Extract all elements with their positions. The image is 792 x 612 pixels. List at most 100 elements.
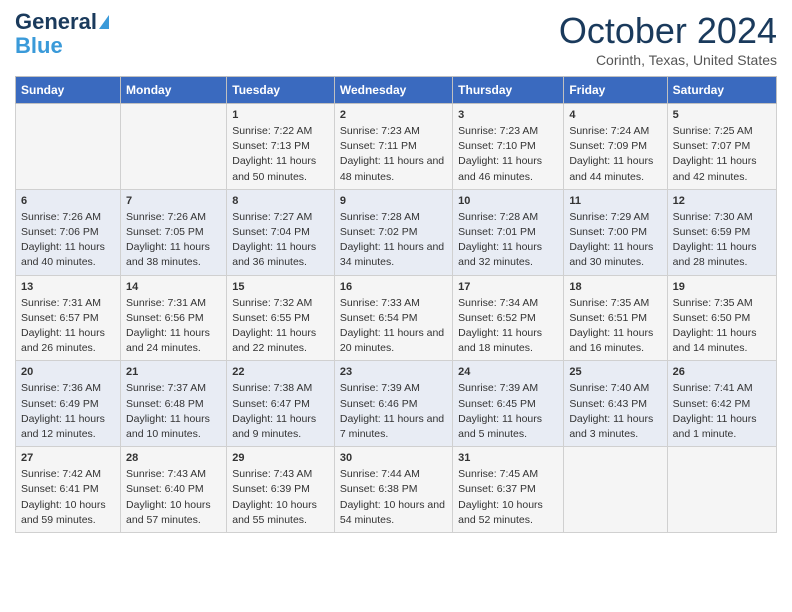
calendar-body: 1Sunrise: 7:22 AMSunset: 7:13 PMDaylight… bbox=[16, 104, 777, 533]
day-number: 14 bbox=[126, 280, 221, 296]
day-info: Sunset: 6:43 PM bbox=[569, 397, 661, 412]
calendar-cell: 3Sunrise: 7:23 AMSunset: 7:10 PMDaylight… bbox=[453, 104, 564, 190]
day-info: Sunset: 7:10 PM bbox=[458, 139, 558, 154]
day-info: Daylight: 11 hours and 10 minutes. bbox=[126, 412, 221, 442]
day-info: Sunrise: 7:39 AM bbox=[458, 381, 558, 396]
calendar-cell: 9Sunrise: 7:28 AMSunset: 7:02 PMDaylight… bbox=[334, 189, 452, 275]
day-info: Daylight: 11 hours and 26 minutes. bbox=[21, 326, 115, 356]
day-number: 18 bbox=[569, 280, 661, 296]
calendar-week-4: 20Sunrise: 7:36 AMSunset: 6:49 PMDayligh… bbox=[16, 361, 777, 447]
calendar-cell: 2Sunrise: 7:23 AMSunset: 7:11 PMDaylight… bbox=[334, 104, 452, 190]
logo-text-line1: General bbox=[15, 10, 97, 34]
calendar-cell: 11Sunrise: 7:29 AMSunset: 7:00 PMDayligh… bbox=[564, 189, 667, 275]
page-container: General Blue October 2024 Corinth, Texas… bbox=[0, 0, 792, 548]
calendar-cell: 25Sunrise: 7:40 AMSunset: 6:43 PMDayligh… bbox=[564, 361, 667, 447]
calendar-cell: 8Sunrise: 7:27 AMSunset: 7:04 PMDaylight… bbox=[227, 189, 335, 275]
day-number: 15 bbox=[232, 280, 329, 296]
day-number: 4 bbox=[569, 108, 661, 124]
header-sunday: Sunday bbox=[16, 77, 121, 104]
calendar-cell: 22Sunrise: 7:38 AMSunset: 6:47 PMDayligh… bbox=[227, 361, 335, 447]
day-info: Sunset: 6:50 PM bbox=[673, 311, 771, 326]
day-info: Daylight: 10 hours and 54 minutes. bbox=[340, 498, 447, 528]
day-number: 20 bbox=[21, 365, 115, 381]
calendar-cell: 28Sunrise: 7:43 AMSunset: 6:40 PMDayligh… bbox=[121, 447, 227, 533]
calendar-cell: 31Sunrise: 7:45 AMSunset: 6:37 PMDayligh… bbox=[453, 447, 564, 533]
day-info: Sunrise: 7:36 AM bbox=[21, 381, 115, 396]
day-info: Daylight: 11 hours and 12 minutes. bbox=[21, 412, 115, 442]
day-info: Sunrise: 7:35 AM bbox=[569, 296, 661, 311]
day-info: Sunrise: 7:25 AM bbox=[673, 124, 771, 139]
day-info: Daylight: 11 hours and 14 minutes. bbox=[673, 326, 771, 356]
calendar-cell: 12Sunrise: 7:30 AMSunset: 6:59 PMDayligh… bbox=[667, 189, 776, 275]
calendar-cell: 4Sunrise: 7:24 AMSunset: 7:09 PMDaylight… bbox=[564, 104, 667, 190]
day-info: Daylight: 11 hours and 36 minutes. bbox=[232, 240, 329, 270]
day-number: 21 bbox=[126, 365, 221, 381]
day-info: Daylight: 11 hours and 34 minutes. bbox=[340, 240, 447, 270]
day-info: Daylight: 11 hours and 7 minutes. bbox=[340, 412, 447, 442]
day-info: Sunset: 6:56 PM bbox=[126, 311, 221, 326]
day-info: Sunrise: 7:29 AM bbox=[569, 210, 661, 225]
day-number: 27 bbox=[21, 451, 115, 467]
day-info: Sunrise: 7:31 AM bbox=[21, 296, 115, 311]
day-number: 28 bbox=[126, 451, 221, 467]
day-info: Daylight: 11 hours and 9 minutes. bbox=[232, 412, 329, 442]
day-info: Sunset: 6:40 PM bbox=[126, 482, 221, 497]
day-info: Sunrise: 7:40 AM bbox=[569, 381, 661, 396]
day-info: Sunset: 6:55 PM bbox=[232, 311, 329, 326]
day-number: 6 bbox=[21, 194, 115, 210]
day-number: 2 bbox=[340, 108, 447, 124]
calendar-week-3: 13Sunrise: 7:31 AMSunset: 6:57 PMDayligh… bbox=[16, 275, 777, 361]
calendar-cell: 23Sunrise: 7:39 AMSunset: 6:46 PMDayligh… bbox=[334, 361, 452, 447]
calendar-cell: 15Sunrise: 7:32 AMSunset: 6:55 PMDayligh… bbox=[227, 275, 335, 361]
day-number: 16 bbox=[340, 280, 447, 296]
logo-text-line2: Blue bbox=[15, 34, 63, 58]
day-info: Daylight: 11 hours and 30 minutes. bbox=[569, 240, 661, 270]
title-area: October 2024 Corinth, Texas, United Stat… bbox=[559, 10, 777, 68]
day-info: Sunset: 6:41 PM bbox=[21, 482, 115, 497]
day-number: 26 bbox=[673, 365, 771, 381]
calendar-week-5: 27Sunrise: 7:42 AMSunset: 6:41 PMDayligh… bbox=[16, 447, 777, 533]
day-info: Sunrise: 7:45 AM bbox=[458, 467, 558, 482]
day-info: Sunrise: 7:33 AM bbox=[340, 296, 447, 311]
day-info: Daylight: 11 hours and 16 minutes. bbox=[569, 326, 661, 356]
calendar-week-2: 6Sunrise: 7:26 AMSunset: 7:06 PMDaylight… bbox=[16, 189, 777, 275]
day-info: Sunset: 7:04 PM bbox=[232, 225, 329, 240]
day-info: Sunrise: 7:26 AM bbox=[21, 210, 115, 225]
day-info: Sunset: 6:42 PM bbox=[673, 397, 771, 412]
day-info: Sunrise: 7:23 AM bbox=[458, 124, 558, 139]
calendar-cell: 20Sunrise: 7:36 AMSunset: 6:49 PMDayligh… bbox=[16, 361, 121, 447]
calendar-week-1: 1Sunrise: 7:22 AMSunset: 7:13 PMDaylight… bbox=[16, 104, 777, 190]
day-number: 17 bbox=[458, 280, 558, 296]
day-info: Daylight: 11 hours and 3 minutes. bbox=[569, 412, 661, 442]
day-info: Sunset: 6:46 PM bbox=[340, 397, 447, 412]
header: General Blue October 2024 Corinth, Texas… bbox=[15, 10, 777, 68]
day-info: Sunset: 7:11 PM bbox=[340, 139, 447, 154]
day-info: Daylight: 11 hours and 42 minutes. bbox=[673, 154, 771, 184]
day-number: 25 bbox=[569, 365, 661, 381]
header-wednesday: Wednesday bbox=[334, 77, 452, 104]
day-info: Sunset: 6:48 PM bbox=[126, 397, 221, 412]
day-number: 29 bbox=[232, 451, 329, 467]
day-info: Sunrise: 7:22 AM bbox=[232, 124, 329, 139]
calendar-cell: 7Sunrise: 7:26 AMSunset: 7:05 PMDaylight… bbox=[121, 189, 227, 275]
day-info: Sunset: 6:59 PM bbox=[673, 225, 771, 240]
day-info: Daylight: 11 hours and 18 minutes. bbox=[458, 326, 558, 356]
calendar-cell: 16Sunrise: 7:33 AMSunset: 6:54 PMDayligh… bbox=[334, 275, 452, 361]
day-info: Sunset: 6:51 PM bbox=[569, 311, 661, 326]
day-info: Daylight: 11 hours and 28 minutes. bbox=[673, 240, 771, 270]
day-info: Daylight: 11 hours and 20 minutes. bbox=[340, 326, 447, 356]
location-subtitle: Corinth, Texas, United States bbox=[559, 52, 777, 68]
day-info: Sunrise: 7:43 AM bbox=[126, 467, 221, 482]
calendar-cell: 5Sunrise: 7:25 AMSunset: 7:07 PMDaylight… bbox=[667, 104, 776, 190]
day-info: Sunset: 6:38 PM bbox=[340, 482, 447, 497]
day-info: Sunset: 7:02 PM bbox=[340, 225, 447, 240]
day-number: 8 bbox=[232, 194, 329, 210]
header-row: Sunday Monday Tuesday Wednesday Thursday… bbox=[16, 77, 777, 104]
day-info: Daylight: 11 hours and 48 minutes. bbox=[340, 154, 447, 184]
day-info: Daylight: 11 hours and 5 minutes. bbox=[458, 412, 558, 442]
day-number: 31 bbox=[458, 451, 558, 467]
day-info: Sunset: 6:49 PM bbox=[21, 397, 115, 412]
day-number: 24 bbox=[458, 365, 558, 381]
day-info: Daylight: 11 hours and 24 minutes. bbox=[126, 326, 221, 356]
calendar-cell: 27Sunrise: 7:42 AMSunset: 6:41 PMDayligh… bbox=[16, 447, 121, 533]
